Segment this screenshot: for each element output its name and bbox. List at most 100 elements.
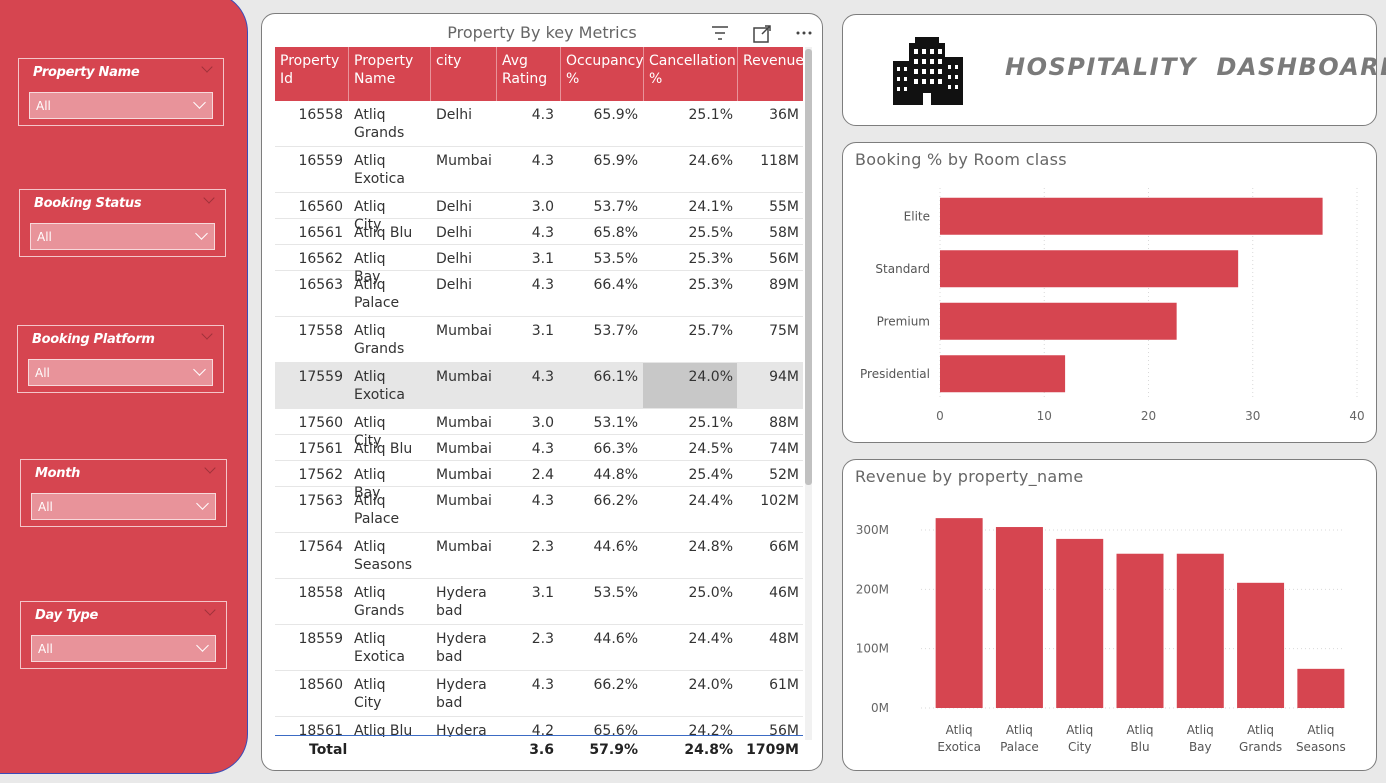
column-header[interactable]: Avg Rating xyxy=(502,52,552,88)
month-dropdown[interactable]: All xyxy=(31,493,216,520)
column-header[interactable]: Revenue xyxy=(743,52,804,70)
table-row[interactable]: 17558 Atliq Grands Mumbai 3.1 53.7% 25.7% 75M xyxy=(275,317,803,363)
table-cell: Atliq Palace xyxy=(354,277,400,311)
table-row[interactable]: 16561 Atliq Blu Delhi 4.3 65.8% 25.5% 58M xyxy=(275,219,803,245)
table-row[interactable]: 16559 Atliq Exotica Mumbai 4.3 65.9% 24.6% 118… xyxy=(275,147,803,193)
column-header[interactable]: Cancellation % xyxy=(649,52,736,88)
x-category-label: Grands xyxy=(1239,740,1282,754)
collapse-chevron-icon[interactable] xyxy=(204,462,216,474)
collapse-chevron-icon[interactable] xyxy=(203,192,215,204)
filter-sidebar: Property Name All Booking Status All Boo… xyxy=(0,0,248,774)
total-revenue: 1709M xyxy=(746,742,799,758)
table-cell: 25.1% xyxy=(688,107,733,123)
table-row[interactable]: 17563 Atliq Palace Mumbai 4.3 66.2% 24.4% 102M xyxy=(275,487,803,533)
table-row[interactable]: 16558 Atliq Grands Delhi 4.3 65.9% 25.1% 36M xyxy=(275,101,803,147)
bar-atliq-blu xyxy=(1116,553,1164,708)
table-cell: 25.7% xyxy=(688,323,733,339)
collapse-chevron-icon[interactable] xyxy=(201,61,213,73)
column-header[interactable]: city xyxy=(436,52,486,70)
table-cell: 17559 xyxy=(298,369,343,385)
dropdown-value: All xyxy=(38,500,53,514)
table-cell: Atliq Grands xyxy=(354,323,405,357)
table-cell: 24.8% xyxy=(688,539,733,555)
table-row[interactable]: 17559 Atliq Exotica Mumbai 4.3 66.1% 24.0% 94M xyxy=(275,363,803,409)
filter-icon[interactable] xyxy=(710,24,730,42)
x-tick-label: 40 xyxy=(1349,409,1364,423)
table-cell: 94M xyxy=(769,369,799,385)
revenue-by-property-chart: Revenue by property_name 0M 100M 200M 300M A… xyxy=(842,459,1377,771)
table-cell: 36M xyxy=(769,107,799,123)
property-name-dropdown[interactable]: All xyxy=(29,92,213,119)
bar-atliq-city xyxy=(1056,538,1104,708)
bar-elite xyxy=(940,197,1323,235)
table-cell: 4.3 xyxy=(531,225,554,241)
bar-atliq-grands xyxy=(1237,582,1285,708)
column-header[interactable]: Property Name xyxy=(354,52,424,88)
collapse-chevron-icon[interactable] xyxy=(201,328,213,340)
y-tick-label: 200M xyxy=(856,582,889,596)
table-row[interactable]: 17561 Atliq Blu Mumbai 4.3 66.3% 24.5% 74M xyxy=(275,435,803,461)
table-cell: 25.3% xyxy=(688,251,733,267)
x-category-label: Atliq xyxy=(946,723,973,737)
property-metrics-table: Property By key Metrics Property Id Prop… xyxy=(261,13,823,771)
total-row: Total 3.6 57.9% 24.8% 1709M xyxy=(275,736,803,766)
table-row[interactable]: 17562 Atliq Bay Mumbai 2.4 44.8% 25.4% 52M xyxy=(275,461,803,501)
column-divider xyxy=(430,47,431,101)
table-cell: 3.1 xyxy=(531,323,554,339)
table-cell: Atliq City xyxy=(354,677,386,711)
table-cell: 4.3 xyxy=(531,153,554,169)
table-cell: 24.6% xyxy=(688,153,733,169)
y-category-label: Premium xyxy=(877,314,930,328)
x-tick-label: 10 xyxy=(1037,409,1052,423)
table-cell: 25.5% xyxy=(688,225,733,241)
table-cell: 3.0 xyxy=(531,415,554,431)
x-category-label: City xyxy=(1068,740,1092,754)
day-type-dropdown[interactable]: All xyxy=(31,635,216,662)
table-row[interactable]: 18558 Atliq Grands Hyderabad 3.1 53.5% 25.0% 4… xyxy=(275,579,803,625)
table-header: Property Id Property Name city Avg Ratin… xyxy=(275,47,804,101)
table-cell: 4.3 xyxy=(531,493,554,509)
table-cell: Mumbai xyxy=(436,493,492,509)
scrollbar-thumb[interactable] xyxy=(805,49,812,485)
table-cell: 17562 xyxy=(298,467,343,483)
dropdown-value: All xyxy=(35,366,50,380)
table-cell: Mumbai xyxy=(436,467,492,483)
table-row[interactable]: 17564 Atliq Seasons Mumbai 2.3 44.6% 24.8% 66M xyxy=(275,533,803,579)
collapse-chevron-icon[interactable] xyxy=(204,604,216,616)
total-cancellation: 24.8% xyxy=(684,742,733,758)
slicer-property-name: Property Name All xyxy=(18,58,224,126)
table-row[interactable]: 18559 Atliq Exotica Hyderabad 2.3 44.6% 24.4%… xyxy=(275,625,803,671)
booking-platform-dropdown[interactable]: All xyxy=(28,359,213,386)
table-cell: 24.4% xyxy=(688,631,733,647)
table-cell: 3.1 xyxy=(531,585,554,601)
table-cell: 53.5% xyxy=(593,585,638,601)
booking-status-dropdown[interactable]: All xyxy=(30,223,215,250)
table-row[interactable]: 16563 Atliq Palace Delhi 4.3 66.4% 25.3% 89M xyxy=(275,271,803,317)
table-row[interactable]: 16562 Atliq Bay Delhi 3.1 53.5% 25.3% 56M xyxy=(275,245,803,285)
column-header[interactable]: Property Id xyxy=(280,52,342,88)
chevron-down-icon xyxy=(193,363,206,376)
table-cell: 25.0% xyxy=(688,585,733,601)
table-row[interactable]: 16560 Atliq City Delhi 3.0 53.7% 24.1% 55M xyxy=(275,193,803,233)
table-row[interactable]: 18560 Atliq City Hyderabad 4.3 66.2% 24.0% 61M xyxy=(275,671,803,717)
more-options-icon[interactable] xyxy=(794,24,814,42)
bar-standard xyxy=(940,250,1239,288)
table-cell: 17564 xyxy=(298,539,343,555)
table-row[interactable]: 17560 Atliq City Mumbai 3.0 53.1% 25.1% 88M xyxy=(275,409,803,449)
table-cell: 65.9% xyxy=(593,107,638,123)
x-tick-label: 0 xyxy=(936,409,944,423)
x-category-label: Palace xyxy=(1000,740,1039,754)
chart-plot: 0 10 20 30 40 Elite Standard Premium Presidentia… xyxy=(860,188,1365,423)
visual-toolbar xyxy=(710,24,814,44)
table-cell: 16559 xyxy=(298,153,343,169)
table-row[interactable]: 18561Atliq BluHyderab4.265.6%24.2%56M xyxy=(275,717,803,737)
dropdown-value: All xyxy=(38,642,53,656)
table-cell: 16562 xyxy=(298,251,343,267)
table-cell: 24.1% xyxy=(688,199,733,215)
column-header[interactable]: Occupancy % xyxy=(566,52,644,88)
table-cell: 44.6% xyxy=(593,631,638,647)
chevron-down-icon xyxy=(196,497,209,510)
table-cell: 25.3% xyxy=(688,277,733,293)
focus-mode-icon[interactable] xyxy=(752,24,772,44)
table-cell: 18558 xyxy=(298,585,343,601)
